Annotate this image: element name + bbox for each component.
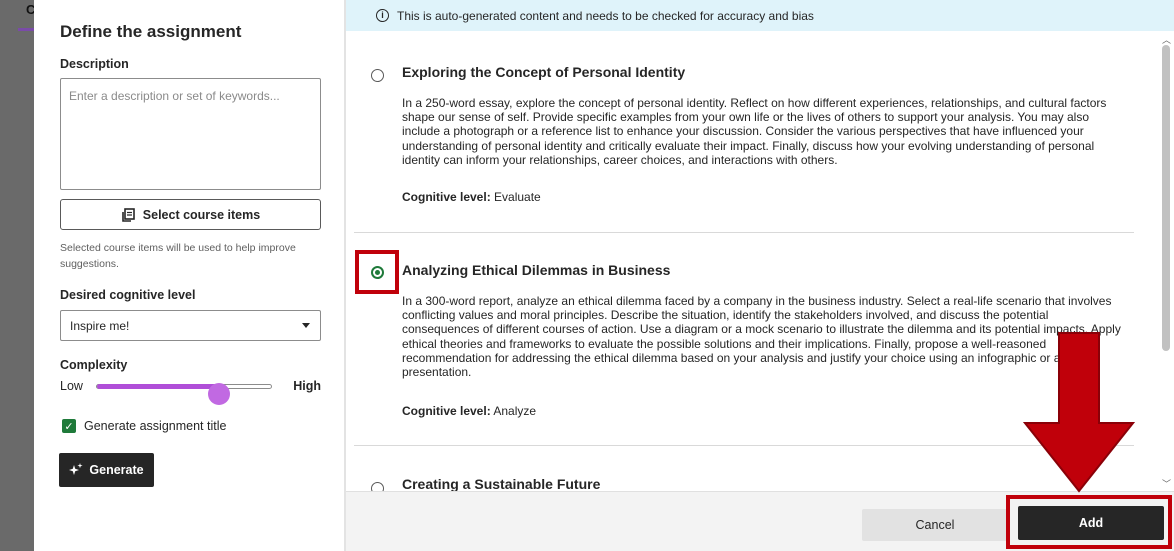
complexity-slider-thumb[interactable] (207, 383, 230, 405)
define-assignment-panel: Define the assignment Description Enter … (34, 0, 344, 551)
suggestion-title: Exploring the Concept of Personal Identi… (402, 64, 686, 80)
scrollbar[interactable]: ︿ ﹀ (1158, 31, 1174, 491)
cognitive-level-prefix: Cognitive level: (402, 404, 491, 418)
suggestion-title: Creating a Sustainable Future (402, 476, 601, 492)
complexity-slider-fill (97, 384, 219, 389)
cognitive-level-text: Evaluate (494, 190, 541, 204)
scroll-down-icon[interactable]: ﹀ (1162, 477, 1171, 490)
generate-label: Generate (89, 463, 144, 477)
radio-highlight-box (355, 250, 399, 294)
copy-icon (121, 207, 135, 222)
cognitive-level-label: Desired cognitive level (60, 288, 196, 302)
sparkle-icon (69, 463, 83, 475)
complexity-high-label: High (293, 379, 321, 393)
generate-title-checkbox[interactable]: ✓ (62, 419, 76, 433)
background-accent (18, 28, 34, 31)
cognitive-level-prefix: Cognitive level: (402, 190, 491, 204)
generate-title-label: Generate assignment title (84, 419, 227, 433)
cancel-button[interactable]: Cancel (862, 509, 1008, 541)
select-course-items-label: Select course items (142, 207, 261, 222)
ai-disclaimer-banner: i This is auto-generated content and nee… (346, 0, 1174, 31)
complexity-low-label: Low (60, 379, 83, 393)
suggestion-body: In a 250-word essay, explore the concept… (402, 96, 1107, 167)
suggestion-cognitive-level: Cognitive level: Evaluate (402, 190, 541, 204)
scrollbar-thumb[interactable] (1162, 45, 1170, 351)
complexity-slider[interactable] (96, 383, 272, 405)
generate-title-checkbox-row[interactable]: ✓ Generate assignment title (62, 419, 226, 433)
separator (354, 445, 1134, 446)
select-items-hint: Selected course items will be used to he… (60, 242, 296, 270)
description-input[interactable]: Enter a description or set of keywords..… (60, 78, 321, 190)
dialog-footer: Cancel Add (346, 491, 1174, 551)
select-course-items-button[interactable]: Select course items (60, 199, 321, 230)
complexity-label: Complexity (60, 358, 128, 372)
info-icon: i (376, 9, 389, 22)
description-label: Description (60, 57, 129, 71)
arrow-down-icon (1023, 332, 1135, 493)
cognitive-level-select[interactable]: Inspire me! (60, 310, 321, 341)
cognitive-level-value: Inspire me! (70, 318, 130, 333)
background-app-strip: C (0, 0, 35, 551)
suggestion-body: In a 300-word report, analyze an ethical… (402, 294, 1121, 380)
suggestion-title: Analyzing Ethical Dilemmas in Business (402, 262, 671, 278)
panel-title: Define the assignment (60, 22, 242, 41)
banner-text: This is auto-generated content and needs… (397, 8, 814, 23)
complexity-slider-row: Low High (60, 375, 321, 405)
suggestion-radio[interactable] (371, 69, 384, 82)
cognitive-level-text: Analyze (493, 404, 537, 418)
add-button[interactable]: Add (1018, 506, 1164, 540)
separator (354, 232, 1134, 233)
chevron-down-icon (302, 323, 310, 328)
suggestion-cognitive-level: Cognitive level: Analyze (402, 404, 536, 418)
generate-button[interactable]: Generate (59, 453, 154, 487)
